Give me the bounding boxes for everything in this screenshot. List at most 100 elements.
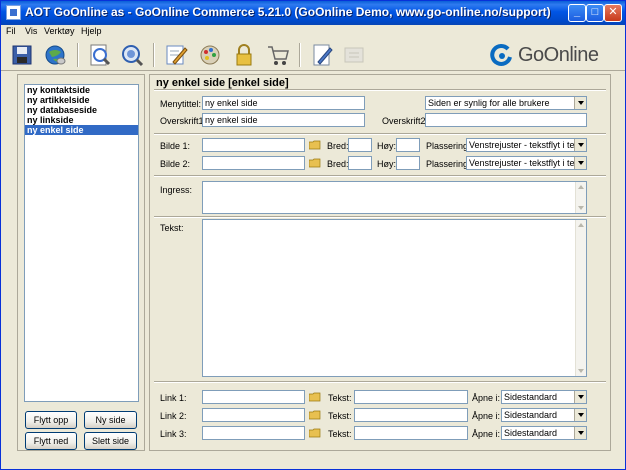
brand-name: GoOnline: [518, 44, 599, 66]
image1-placement-select[interactable]: Venstrejuster - tekstflyt i tekst: [466, 138, 587, 152]
text-scrollbar[interactable]: [575, 220, 586, 376]
chevron-down-icon[interactable]: [574, 97, 586, 109]
ingress-textarea[interactable]: [202, 181, 587, 214]
text-textarea[interactable]: [202, 219, 587, 377]
toolbar-separator: [299, 43, 301, 67]
heading2-input[interactable]: [425, 113, 587, 127]
folder-icon[interactable]: [309, 392, 321, 402]
notepad-icon[interactable]: [309, 42, 335, 68]
image1-height-input[interactable]: [396, 138, 420, 152]
folder-icon[interactable]: [309, 158, 321, 168]
placement-value: Venstrejuster - tekstflyt i tekst: [469, 140, 587, 150]
height-label: Høy:: [377, 159, 396, 169]
placement-label: Plassering:: [426, 159, 471, 169]
menu-tools[interactable]: Verktøy: [44, 26, 75, 36]
heading-divider: [154, 89, 606, 91]
preview-icon[interactable]: [87, 42, 113, 68]
app-icon[interactable]: [6, 5, 21, 20]
heading2-label: Overskrift2:: [382, 116, 429, 126]
ingress-label: Ingress:: [160, 185, 193, 195]
list-item[interactable]: ny databaseside: [25, 105, 138, 115]
height-label: Høy:: [377, 141, 396, 151]
page-title: ny enkel side [enkel side]: [156, 77, 289, 89]
link1-url-input[interactable]: [202, 390, 305, 404]
link2-text-input[interactable]: [354, 408, 468, 422]
link1-text-input[interactable]: [354, 390, 468, 404]
close-button[interactable]: ✕: [604, 4, 622, 22]
minimize-button[interactable]: _: [568, 4, 586, 22]
image1-label: Bilde 1:: [160, 141, 191, 151]
chevron-down-icon[interactable]: [574, 139, 586, 151]
list-item-selected[interactable]: ny enkel side: [25, 125, 138, 135]
new-page-button[interactable]: Ny side: [84, 411, 137, 429]
move-down-button[interactable]: Flytt ned: [25, 432, 77, 450]
link1-open-select[interactable]: Sidestandard: [501, 390, 587, 404]
goonline-logo: GoOnline: [488, 43, 612, 69]
page-tree-panel: ny kontaktside ny artikkelside ny databa…: [17, 74, 145, 451]
chevron-down-icon[interactable]: [574, 409, 586, 421]
menu-help[interactable]: Hjelp: [81, 26, 102, 36]
chevron-down-icon[interactable]: [574, 157, 586, 169]
images-icon[interactable]: [197, 42, 223, 68]
link3-text-input[interactable]: [354, 426, 468, 440]
link2-label: Link 2:: [160, 411, 187, 421]
folder-icon[interactable]: [309, 410, 321, 420]
link1-label: Link 1:: [160, 393, 187, 403]
chevron-down-icon[interactable]: [574, 427, 586, 439]
maximize-button[interactable]: □: [586, 4, 604, 22]
image2-label: Bilde 2:: [160, 159, 191, 169]
image2-width-input[interactable]: [348, 156, 372, 170]
open-value: Sidestandard: [504, 428, 558, 438]
cart-icon[interactable]: [265, 42, 291, 68]
edit-icon[interactable]: [163, 42, 189, 68]
folder-icon[interactable]: [309, 140, 321, 150]
globe-icon[interactable]: [43, 42, 69, 68]
list-item[interactable]: ny artikkelside: [25, 95, 138, 105]
visibility-select[interactable]: Siden er synlig for alle brukere: [425, 96, 587, 110]
visibility-value: Siden er synlig for alle brukere: [428, 98, 550, 108]
window-title: AOT GoOnline as - GoOnline Commerce 5.21…: [25, 5, 551, 19]
list-item[interactable]: ny kontaktside: [25, 85, 138, 95]
move-up-button[interactable]: Flytt opp: [25, 411, 77, 429]
link3-label: Link 3:: [160, 429, 187, 439]
width-label: Bred:: [327, 141, 349, 151]
menu-title-input[interactable]: ny enkel side: [202, 96, 365, 110]
open-value: Sidestandard: [504, 410, 558, 420]
menu-view[interactable]: Vis: [25, 26, 37, 36]
placement-value: Venstrejuster - tekstflyt i tekst: [469, 158, 587, 168]
image2-height-input[interactable]: [396, 156, 420, 170]
save-icon[interactable]: [9, 42, 35, 68]
title-bar[interactable]: AOT GoOnline as - GoOnline Commerce 5.21…: [1, 1, 625, 25]
search-icon[interactable]: [119, 42, 145, 68]
section-divider: [154, 216, 606, 218]
link3-text-label: Tekst:: [328, 429, 352, 439]
ingress-scrollbar[interactable]: [575, 182, 586, 213]
heading1-label: Overskrift1:: [160, 116, 207, 126]
image2-placement-select[interactable]: Venstrejuster - tekstflyt i tekst: [466, 156, 587, 170]
link3-open-label: Åpne i:: [472, 429, 501, 439]
app-window: AOT GoOnline as - GoOnline Commerce 5.21…: [0, 0, 626, 470]
page-editor-panel: ny enkel side [enkel side] Menytittel: n…: [149, 74, 611, 451]
page-list[interactable]: ny kontaktside ny artikkelside ny databa…: [24, 84, 139, 402]
heading1-input[interactable]: ny enkel side: [202, 113, 365, 127]
open-value: Sidestandard: [504, 392, 558, 402]
link1-open-label: Åpne i:: [472, 393, 501, 403]
menu-title-label: Menytittel:: [160, 99, 202, 109]
list-item[interactable]: ny linkside: [25, 115, 138, 125]
lock-icon[interactable]: [231, 42, 257, 68]
link2-open-select[interactable]: Sidestandard: [501, 408, 587, 422]
text-label: Tekst:: [160, 223, 184, 233]
section-divider: [154, 133, 606, 135]
image1-input[interactable]: [202, 138, 305, 152]
delete-page-button[interactable]: Slett side: [84, 432, 137, 450]
image2-input[interactable]: [202, 156, 305, 170]
link3-open-select[interactable]: Sidestandard: [501, 426, 587, 440]
folder-icon[interactable]: [309, 428, 321, 438]
link2-text-label: Tekst:: [328, 411, 352, 421]
link2-url-input[interactable]: [202, 408, 305, 422]
image1-width-input[interactable]: [348, 138, 372, 152]
link3-url-input[interactable]: [202, 426, 305, 440]
menu-file[interactable]: Fil: [6, 26, 16, 36]
chevron-down-icon[interactable]: [574, 391, 586, 403]
toolbar-separator: [153, 43, 155, 67]
